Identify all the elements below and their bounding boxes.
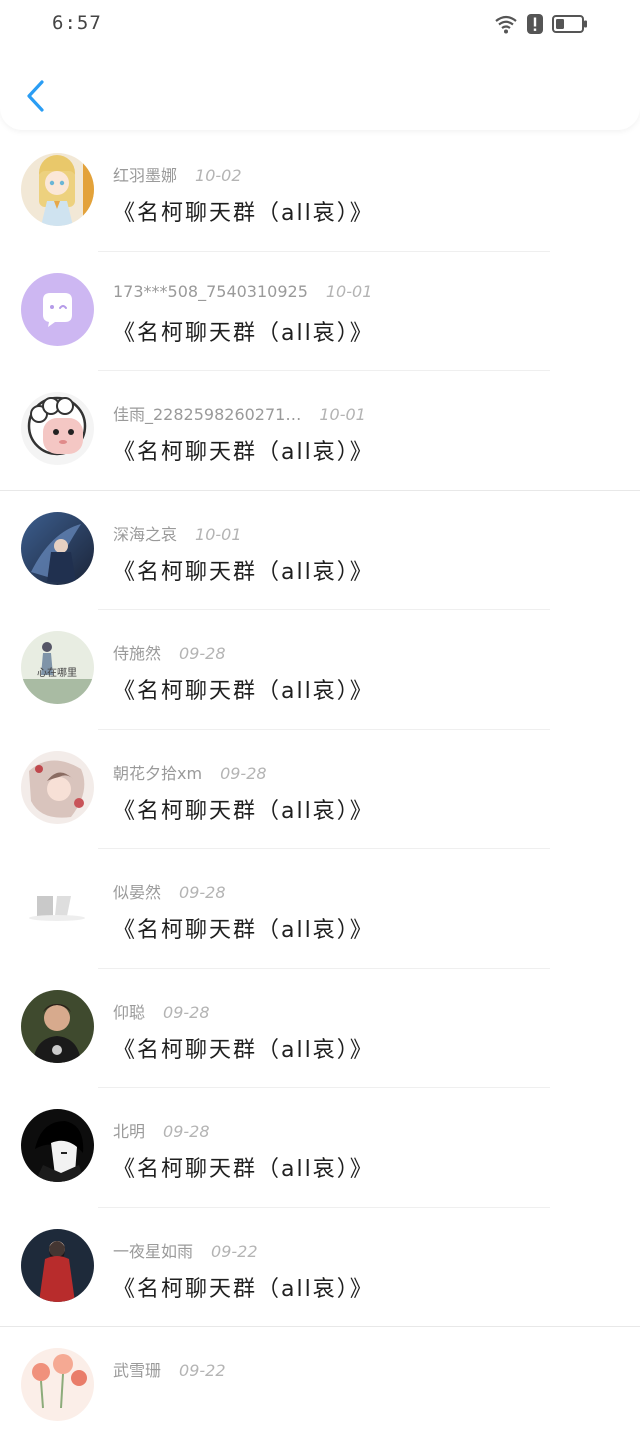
back-button[interactable] [20, 74, 54, 118]
sender-info: 侍施然 09-28 [113, 640, 226, 664]
sender-info: 似晏然 09-28 [113, 879, 226, 903]
post-date: 09-22 [179, 1361, 226, 1380]
avatar[interactable]: 心在哪里 [21, 631, 94, 704]
item-title[interactable]: 《名柯聊天群（all哀）》 [113, 195, 374, 227]
post-date: 09-28 [163, 1002, 210, 1022]
post-date: 09-28 [179, 644, 226, 663]
list-item[interactable]: 佳雨_2282598260271… 10-01 《名柯聊天群（all哀）》 [0, 371, 640, 491]
message-list: 红羽墨娜 10-02 《名柯聊天群（all哀）》 173***508_754031… [0, 132, 640, 1447]
sender-info: 173***508_7540310925 10-01 [113, 282, 372, 301]
avatar-caption: 心在哪里 [37, 667, 77, 679]
post-date: 09-28 [163, 1122, 210, 1141]
sender-info: 一夜星如雨 09-22 [113, 1238, 258, 1262]
avatar[interactable] [21, 511, 94, 585]
item-title[interactable]: 《名柯聊天群（all哀）》 [113, 434, 374, 466]
avatar[interactable] [21, 1109, 94, 1182]
sender-info: 武雪珊 09-22 [113, 1357, 226, 1381]
avatar[interactable] [21, 989, 94, 1063]
list-item[interactable]: 一夜星如雨 09-22 《名柯聊天群（all哀）》 [0, 1208, 640, 1327]
sender-info: 深海之哀 10-01 [113, 521, 242, 545]
sender-name: 朝花夕拾xm [113, 763, 203, 783]
list-item[interactable]: 深海之哀 10-01 《名柯聊天群（all哀）》 [0, 491, 640, 610]
sender-info: 仰聪 09-28 [113, 999, 210, 1023]
status-bar: 6:57 [0, 0, 640, 50]
wifi-icon [495, 15, 517, 34]
list-item[interactable]: 似晏然 09-28 《名柯聊天群（all哀）》 [0, 849, 640, 969]
list-item[interactable]: 红羽墨娜 10-02 《名柯聊天群（all哀）》 [0, 132, 640, 252]
avatar[interactable] [21, 1228, 94, 1302]
sender-name: 侍施然 [113, 644, 162, 663]
sender-name: 佳雨_2282598260271… [113, 405, 302, 424]
chevron-left-icon [27, 80, 44, 112]
list-item[interactable]: 北明 09-28 《名柯聊天群（all哀）》 [0, 1088, 640, 1208]
post-date: 10-01 [195, 524, 242, 544]
item-title[interactable]: 《名柯聊天群（all哀）》 [113, 912, 374, 944]
avatar[interactable] [21, 870, 94, 943]
list-item[interactable]: 心在哪里 侍施然 09-28 《名柯聊天群（all哀）》 [0, 610, 640, 730]
post-date: 09-22 [211, 1241, 258, 1261]
battery-icon [552, 15, 587, 33]
sender-name: 仰聪 [113, 1002, 146, 1022]
sender-name: 一夜星如雨 [113, 1241, 194, 1261]
list-item[interactable]: 173***508_7540310925 10-01 《名柯聊天群（all哀）》 [0, 252, 640, 371]
sender-name: 深海之哀 [113, 524, 178, 544]
sender-info: 红羽墨娜 10-02 [113, 162, 242, 186]
avatar[interactable] [21, 392, 94, 465]
post-date: 10-01 [319, 405, 366, 424]
post-date: 10-02 [195, 166, 242, 185]
post-date: 10-01 [325, 281, 373, 301]
list-item[interactable]: 朝花夕拾xm 09-28 《名柯聊天群（all哀）》 [0, 730, 640, 849]
post-date: 09-28 [220, 763, 267, 783]
post-date: 09-28 [179, 883, 226, 902]
avatar[interactable] [21, 1348, 94, 1421]
sender-name: 北明 [113, 1122, 146, 1141]
alert-icon [527, 14, 543, 34]
item-title[interactable]: 《名柯聊天群（all哀）》 [113, 673, 374, 705]
item-title[interactable]: 《名柯聊天群（all哀）》 [113, 315, 374, 347]
sender-name: 红羽墨娜 [113, 166, 178, 185]
status-time: 6:57 [52, 12, 102, 34]
avatar[interactable] [21, 272, 94, 346]
avatar[interactable] [21, 153, 94, 226]
sender-name: 似晏然 [113, 883, 162, 902]
item-title[interactable]: 《名柯聊天群（all哀）》 [113, 554, 374, 586]
list-item[interactable]: 仰聪 09-28 《名柯聊天群（all哀）》 [0, 969, 640, 1088]
sender-info: 北明 09-28 [113, 1118, 210, 1142]
avatar[interactable] [21, 750, 94, 824]
item-title[interactable]: 《名柯聊天群（all哀）》 [113, 1271, 374, 1303]
sender-info: 佳雨_2282598260271… 10-01 [113, 401, 366, 425]
item-title[interactable]: 《名柯聊天群（all哀）》 [113, 793, 374, 825]
item-title[interactable]: 《名柯聊天群（all哀）》 [113, 1151, 374, 1183]
item-title[interactable]: 《名柯聊天群（all哀）》 [113, 1032, 374, 1064]
sender-name: 武雪珊 [113, 1361, 162, 1380]
sender-info: 朝花夕拾xm 09-28 [113, 760, 267, 784]
sender-name: 173***508_7540310925 [113, 281, 308, 301]
